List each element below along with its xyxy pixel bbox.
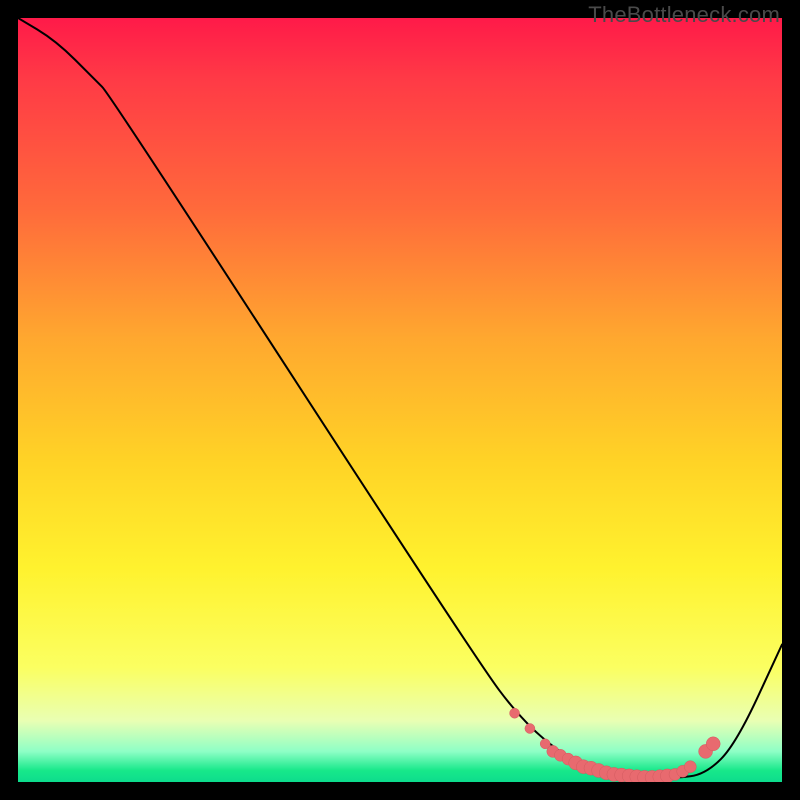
chart-frame	[18, 18, 782, 782]
optimal-dot	[510, 708, 520, 718]
watermark-label: TheBottleneck.com	[588, 2, 780, 28]
optimal-dot	[684, 761, 696, 773]
optimal-range-dots-group	[510, 708, 721, 782]
bottleneck-curve-path	[18, 18, 782, 778]
optimal-dot	[706, 737, 720, 751]
optimal-dot	[525, 724, 535, 734]
chart-overlay-svg	[18, 18, 782, 782]
